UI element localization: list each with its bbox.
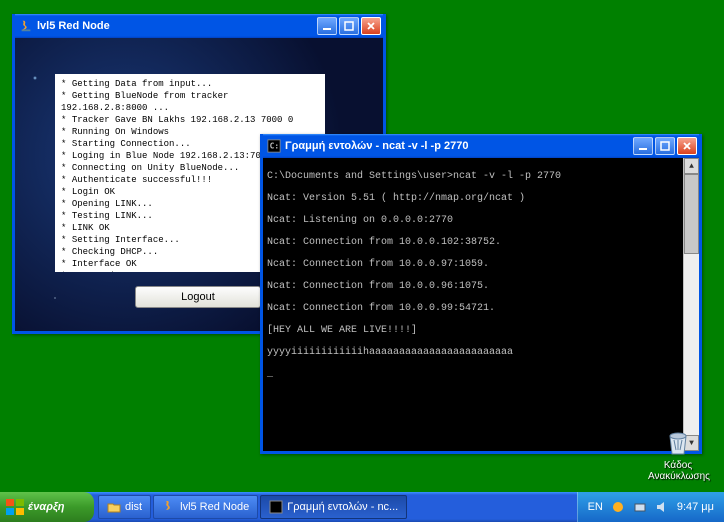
cmd-line: Ncat: Listening on 0.0.0.0:2770 [267,215,453,226]
folder-icon [107,500,121,514]
java-icon [162,500,176,514]
scroll-thumb[interactable] [684,174,699,254]
cmd-titlebar[interactable]: C: Γραμμή εντολών - ncat -v -l -p 2770 [263,134,699,158]
cmd-icon [269,500,283,514]
scroll-up-button[interactable]: ▲ [684,158,699,174]
maximize-button[interactable] [339,17,359,35]
close-button[interactable] [677,137,697,155]
rednode-titlebar[interactable]: lvl5 Red Node [15,14,383,38]
window-title: Γραμμή εντολών - ncat -v -l -p 2770 [285,140,633,152]
cmd-line: Ncat: Connection from 10.0.0.99:54721. [267,303,495,314]
minimize-button[interactable] [317,17,337,35]
taskbar-item-cmd[interactable]: Γραμμή εντολών - nc... [260,495,407,519]
cmd-line: C:\Documents and Settings\user>ncat -v -… [267,171,561,182]
taskbar-item-label: dist [125,501,142,513]
cmd-line: _ [267,369,273,380]
tray-icon[interactable] [611,500,625,514]
volume-icon[interactable] [655,500,669,514]
scroll-track[interactable] [684,254,699,435]
cmd-line: Ncat: Connection from 10.0.0.97:1059. [267,259,489,270]
log-line: Getting BlueNode from tracker 192.168.2.… [61,90,319,114]
trash-icon [662,426,694,458]
cmd-terminal[interactable]: C:\Documents and Settings\user>ncat -v -… [263,158,699,451]
language-indicator[interactable]: EN [588,501,603,513]
minimize-button[interactable] [633,137,653,155]
close-button[interactable] [361,17,381,35]
log-line: Getting Data from input... [61,78,319,90]
vertical-scrollbar[interactable]: ▲ ▼ [683,158,699,451]
tray-icon[interactable] [633,500,647,514]
taskbar-item-rednode[interactable]: lvl5 Red Node [153,495,258,519]
icon-label: Κάδος Ανακύκλωσης [648,460,708,482]
taskbar-item-label: lvl5 Red Node [180,501,249,513]
cmd-line: Ncat: Connection from 10.0.0.96:1075. [267,281,489,292]
cmd-line: Ncat: Version 5.51 ( http://nmap.org/nca… [267,193,525,204]
cmd-line: Ncat: Connection from 10.0.0.102:38752. [267,237,501,248]
windows-logo-icon [6,499,24,515]
recycle-bin-icon[interactable]: Κάδος Ανακύκλωσης [648,426,708,482]
cmd-icon: C: [267,139,281,153]
java-icon [19,19,33,33]
taskbar-item-dist[interactable]: dist [98,495,151,519]
log-line: Tracker Gave BN Lakhs 192.168.2.13 7000 … [61,114,319,126]
start-button[interactable]: έναρξη [0,492,94,522]
taskbar: έναρξη dist lvl5 Red Node Γραμμή εντολών… [0,492,724,522]
cmd-line: yyyyiiiiiiiiiiiihaaaaaaaaaaaaaaaaaaaaaaa… [267,347,513,358]
clock[interactable]: 9:47 μμ [677,501,714,513]
system-tray[interactable]: EN 9:47 μμ [577,492,724,522]
cmd-line: [HEY ALL WE ARE LIVE!!!!] [267,325,417,336]
task-buttons: dist lvl5 Red Node Γραμμή εντολών - nc..… [94,492,411,522]
taskbar-item-label: Γραμμή εντολών - nc... [287,501,398,513]
svg-text:C:: C: [270,142,279,151]
start-label: έναρξη [28,501,65,513]
cmd-window[interactable]: C: Γραμμή εντολών - ncat -v -l -p 2770 C… [260,134,702,454]
logout-button[interactable]: Logout [135,286,261,308]
maximize-button[interactable] [655,137,675,155]
window-title: lvl5 Red Node [37,20,317,32]
